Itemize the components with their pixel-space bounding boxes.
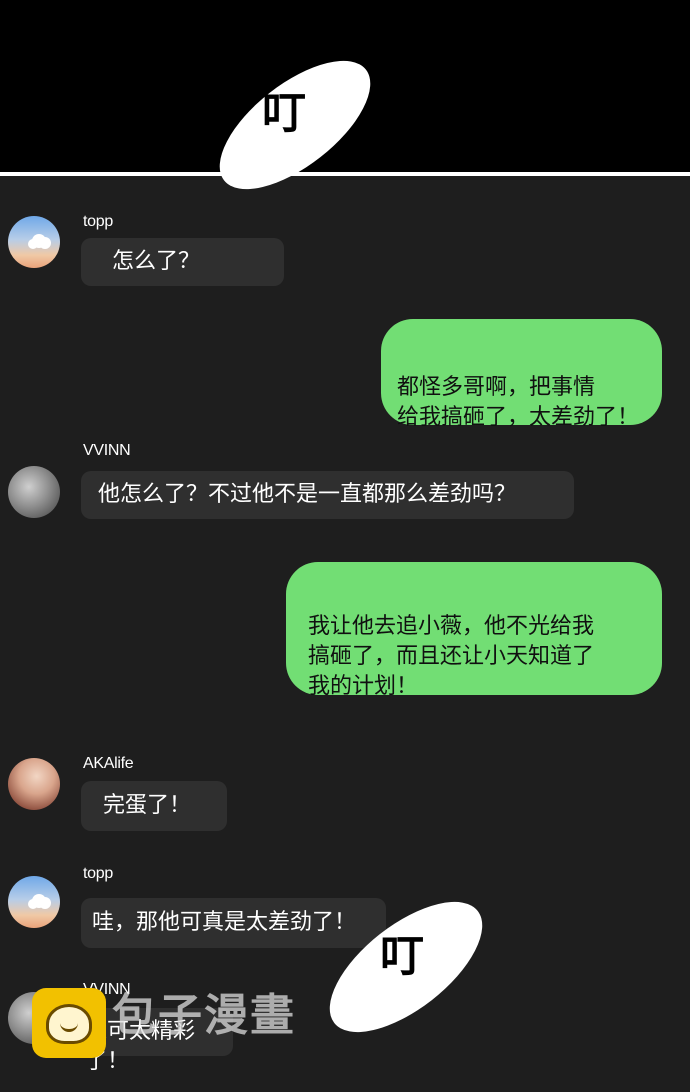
avatar-topp	[8, 876, 60, 928]
watermark: 包子漫畫	[32, 984, 312, 1060]
sound-effect-text: 叮	[262, 88, 306, 139]
sound-effect-text: 叮	[380, 931, 424, 982]
panel-divider	[0, 172, 690, 176]
outgoing-message-bubble: 我让他去追小薇，他不光给我 搞砸了，而且还让小天知道了 我的计划！	[286, 562, 662, 699]
watermark-text: 包子漫畫	[112, 990, 296, 1041]
message-text: 完蛋了！	[103, 793, 192, 818]
avatar-vvinn	[8, 466, 60, 518]
message-bubble: 怎么了？	[81, 238, 284, 286]
message-text: 我让他去追小薇，他不光给我 搞砸了，而且还让小天知道了 我的计划！	[308, 614, 595, 699]
message-text: 都怪多哥啊，把事情 给我搞砸了，太差劲了！	[397, 375, 640, 430]
avatar-topp	[8, 216, 60, 268]
message-text: 他怎么了？不过他不是一直都那么差劲吗？	[98, 482, 517, 507]
message-bubble: 他怎么了？不过他不是一直都那么差劲吗？	[81, 471, 574, 519]
message-text: 哇，那他可真是太差劲了！	[92, 910, 357, 935]
sender-name: topp	[83, 865, 113, 882]
sender-name: topp	[83, 213, 113, 230]
sender-name: AKAlife	[83, 755, 134, 772]
message-bubble: 完蛋了！	[81, 781, 227, 831]
outgoing-message-bubble: 都怪多哥啊，把事情 给我搞砸了，太差劲了！	[381, 319, 662, 430]
sender-name: VVINN	[83, 442, 131, 459]
avatar-akalife	[8, 758, 60, 810]
message-bubble: 哇，那他可真是太差劲了！	[81, 898, 386, 948]
bun-logo-icon	[32, 988, 106, 1058]
message-text: 怎么了？	[112, 249, 201, 274]
